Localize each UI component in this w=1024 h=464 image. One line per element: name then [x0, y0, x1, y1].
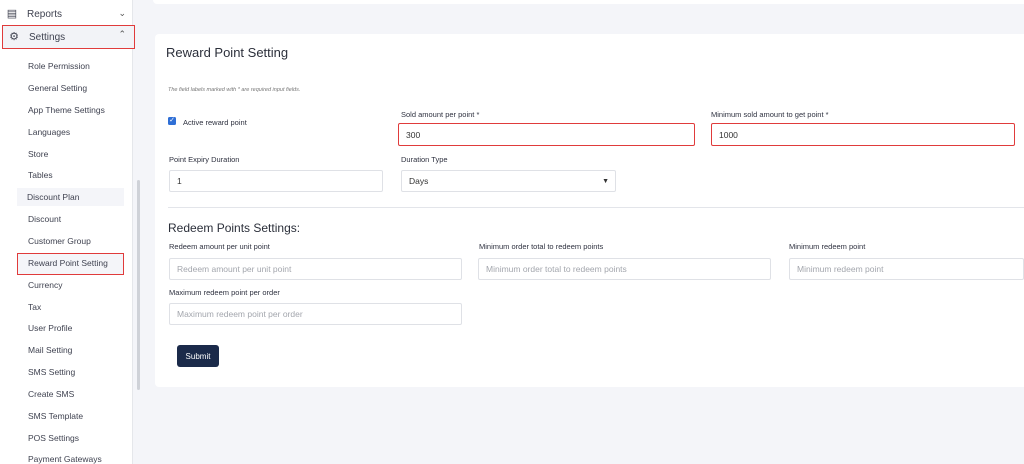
sidebar-item-languages[interactable]: Languages: [28, 123, 70, 141]
redeem-amount-input[interactable]: Redeem amount per unit point: [169, 258, 462, 280]
duration-type-select[interactable]: Days ▼: [401, 170, 616, 192]
sidebar-item-store[interactable]: Store: [28, 145, 48, 163]
duration-type-value: Days: [409, 176, 429, 186]
required-note: The field labels marked with * are requi…: [168, 87, 301, 93]
sidebar-item-sms-template[interactable]: SMS Template: [28, 407, 83, 425]
sidebar-scrollbar[interactable]: [137, 180, 140, 390]
min-redeem-label: Minimum redeem point: [789, 242, 866, 251]
duration-type-label: Duration Type: [401, 155, 448, 164]
max-redeem-input[interactable]: Maximum redeem point per order: [169, 303, 462, 325]
gear-icon: ⚙: [9, 31, 19, 43]
sold-amount-input[interactable]: 300: [398, 123, 695, 146]
sidebar-item-discount[interactable]: Discount: [28, 210, 61, 228]
sidebar-item-tables[interactable]: Tables: [28, 166, 53, 184]
expiry-input[interactable]: 1: [169, 170, 383, 192]
sold-amount-label: Sold amount per point *: [401, 110, 480, 119]
sidebar-item-sms-setting[interactable]: SMS Setting: [28, 363, 75, 381]
nav-settings-label: Settings: [29, 31, 66, 43]
sidebar-item-mail-setting[interactable]: Mail Setting: [28, 341, 72, 359]
min-sold-input[interactable]: 1000: [711, 123, 1015, 146]
nav-reports[interactable]: ▤ Reports ⌄: [6, 3, 134, 25]
min-order-label: Minimum order total to redeem points: [479, 242, 604, 251]
sidebar-item-pos-settings[interactable]: POS Settings: [28, 429, 79, 447]
sidebar-item-user-profile[interactable]: User Profile: [28, 319, 72, 337]
min-redeem-input[interactable]: Minimum redeem point: [789, 258, 1024, 280]
sidebar-item-role-permission[interactable]: Role Permission: [28, 57, 90, 75]
sidebar-item-tax[interactable]: Tax: [28, 298, 41, 316]
redeem-section-title: Redeem Points Settings:: [168, 221, 301, 235]
sidebar-item-general-setting[interactable]: General Setting: [28, 79, 87, 97]
active-reward-checkbox[interactable]: ✓: [168, 117, 176, 125]
max-redeem-label: Maximum redeem point per order: [169, 288, 280, 297]
sidebar-item-create-sms[interactable]: Create SMS: [28, 385, 74, 403]
top-card-edge: [153, 0, 1024, 4]
caret-down-icon: ▼: [602, 178, 609, 185]
sidebar-item-payment-gateways[interactable]: Payment Gateways: [28, 450, 102, 464]
submit-button[interactable]: Submit: [177, 345, 219, 367]
expiry-label: Point Expiry Duration: [169, 155, 240, 164]
sidebar-item-app-theme-settings[interactable]: App Theme Settings: [28, 101, 105, 119]
redeem-amount-label: Redeem amount per unit point: [169, 242, 270, 251]
sidebar-item-reward-point-setting[interactable]: Reward Point Setting: [17, 253, 124, 275]
nav-reports-label: Reports: [27, 8, 63, 20]
page-title: Reward Point Setting: [166, 45, 289, 60]
sidebar-item-customer-group[interactable]: Customer Group: [28, 232, 91, 250]
active-reward-label: Active reward point: [183, 118, 247, 127]
reports-icon: ▤: [6, 8, 18, 20]
chevron-up-icon: ⌃: [118, 29, 126, 39]
sidebar: ▤ Reports ⌄ ⚙ Settings ⌃ Role Permission…: [0, 0, 135, 464]
nav-settings[interactable]: ⚙ Settings ⌃: [2, 25, 135, 49]
min-order-input[interactable]: Minimum order total to redeem points: [478, 258, 771, 280]
min-sold-label: Minimum sold amount to get point *: [711, 110, 829, 119]
sidebar-item-discount-plan[interactable]: Discount Plan: [17, 188, 124, 206]
sidebar-item-currency[interactable]: Currency: [28, 276, 62, 294]
chevron-down-icon: ⌄: [118, 8, 126, 18]
section-divider: [168, 207, 1024, 208]
